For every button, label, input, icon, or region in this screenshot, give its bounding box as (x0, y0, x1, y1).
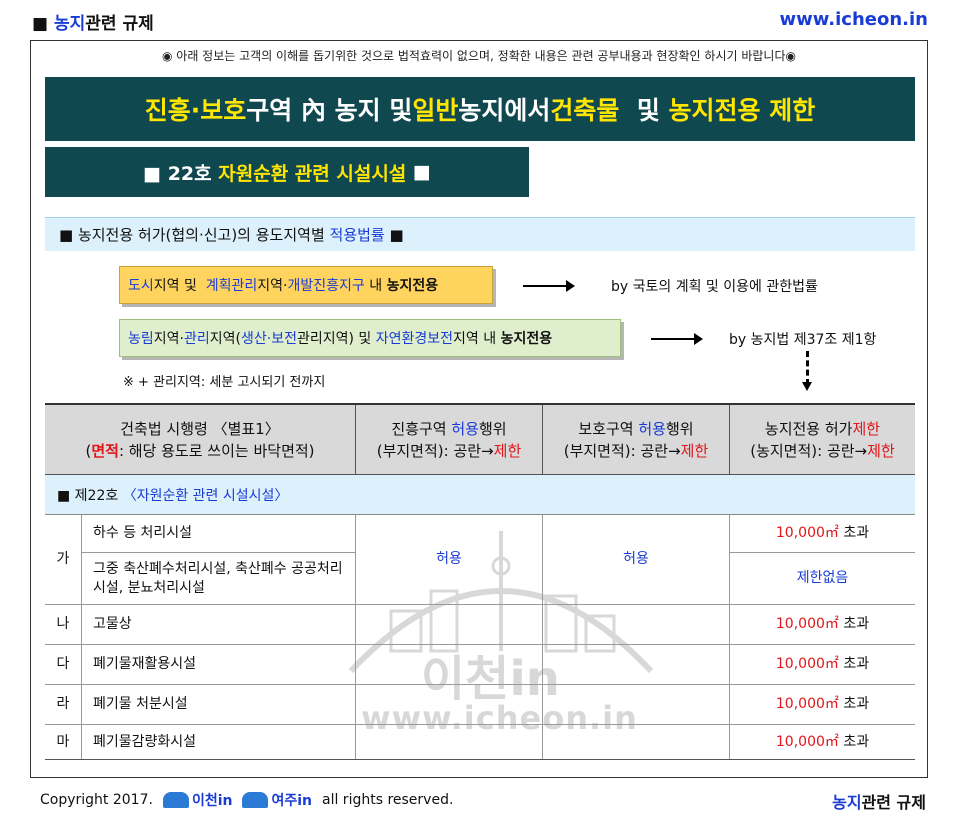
row-label: 가 (56, 551, 70, 567)
yeoju-logo-icon (242, 792, 269, 808)
limit-cell: 10,000㎡ 초과 (775, 525, 870, 541)
main-title: 진흥·보호 구역 內 농지 및 일반 농지에서 건축물 및 농지전용 제한 (45, 77, 915, 141)
zone-box-urban: 도시 지역 및 계획관리 지역· 개발진흥지구 내 농지전용 (119, 266, 493, 304)
row-label: 라 (56, 696, 70, 712)
icheon-logo[interactable]: 이천in (162, 790, 232, 810)
row-label: 마 (56, 733, 70, 750)
table-header: 건축법 시행령 〈별표1〉 (면적: 해당 용도로 쓰이는 바닥면적) 진흥구역… (45, 403, 915, 475)
law-national-planning: by 국토의 계획 및 이용에 관한법률 (611, 279, 818, 295)
law-heading: ■ 농지전용 허가(협의·신고)의 용도지역별 적용법률 ■ (45, 217, 915, 251)
table-row-item: 폐기물감량화시설 (93, 733, 197, 750)
table-row-item: 폐기물 처분시설 (93, 696, 188, 712)
limit-cell: 10,000㎡ 초과 (775, 733, 870, 750)
yeoju-logo[interactable]: 여주in (242, 790, 312, 810)
table-row-item: 고물상 (93, 616, 132, 632)
col-header-boho: 보호구역 허용행위 (부지면적): 공란→제한 (563, 420, 709, 460)
section-title: ■ 22호 자원순환 관련 시설시설 ■ (45, 147, 529, 197)
col-header-jinheung: 진흥구역 허용행위 (부지면적): 공란→제한 (376, 420, 522, 460)
limit-cell: 10,000㎡ 초과 (775, 656, 870, 672)
document-frame: ◉ 아래 정보는 고객의 이해를 돕기위한 것으로 법적효력이 없으며, 정확한… (30, 40, 928, 778)
dashed-arrow-down-icon (802, 351, 812, 391)
footer-title: 농지관련 규제 (832, 793, 926, 812)
footer-copyright: Copyright 2017. 이천in 여주in all rights res… (40, 790, 454, 810)
site-url[interactable]: www.icheon.in (780, 9, 928, 30)
row-label: 나 (56, 616, 70, 632)
allowed-boho: 허용 (623, 551, 649, 567)
limit-cell: 제한없음 (796, 570, 849, 586)
table-row-item: 폐기물재활용시설 (93, 656, 197, 672)
limit-cell: 10,000㎡ 초과 (775, 696, 870, 712)
footnote: ※ + 관리지역: 세분 고시되기 전까지 (123, 375, 326, 390)
icheon-logo-icon (162, 792, 189, 808)
col-header-conversion: 농지전용 허가제한 (농지면적): 공란→제한 (750, 420, 895, 460)
row-label: 다 (56, 656, 70, 672)
col-header-building: 건축법 시행령 〈별표1〉 (면적: 해당 용도로 쓰이는 바닥면적) (85, 420, 315, 460)
disclaimer-notice: ◉ 아래 정보는 고객의 이해를 돕기위한 것으로 법적효력이 없으며, 정확한… (162, 49, 796, 63)
limit-cell: 10,000㎡ 초과 (775, 616, 870, 632)
table-row-item: 그중 축산폐수처리시설, 축산폐수 공공처리시설, 분뇨처리시설 (93, 560, 343, 596)
law-farmland-act: by 농지법 제37조 제1항 (729, 332, 877, 348)
header-title: ■ 농지관련 규제 (32, 14, 154, 34)
allowed-jinheung: 허용 (436, 551, 462, 567)
table-row-item: 하수 등 처리시설 (93, 525, 193, 541)
arrow-right-icon (523, 280, 575, 292)
zone-box-agricultural: 농림 지역· 관리 지역(생산·보전 관리지역) 및 자연환경보전 지역 내 농지전용 (119, 319, 621, 357)
section-row-22: ■ 제22호 〈자원순환 관련 시설시설〉 (45, 475, 915, 515)
arrow-right-icon (651, 333, 703, 345)
